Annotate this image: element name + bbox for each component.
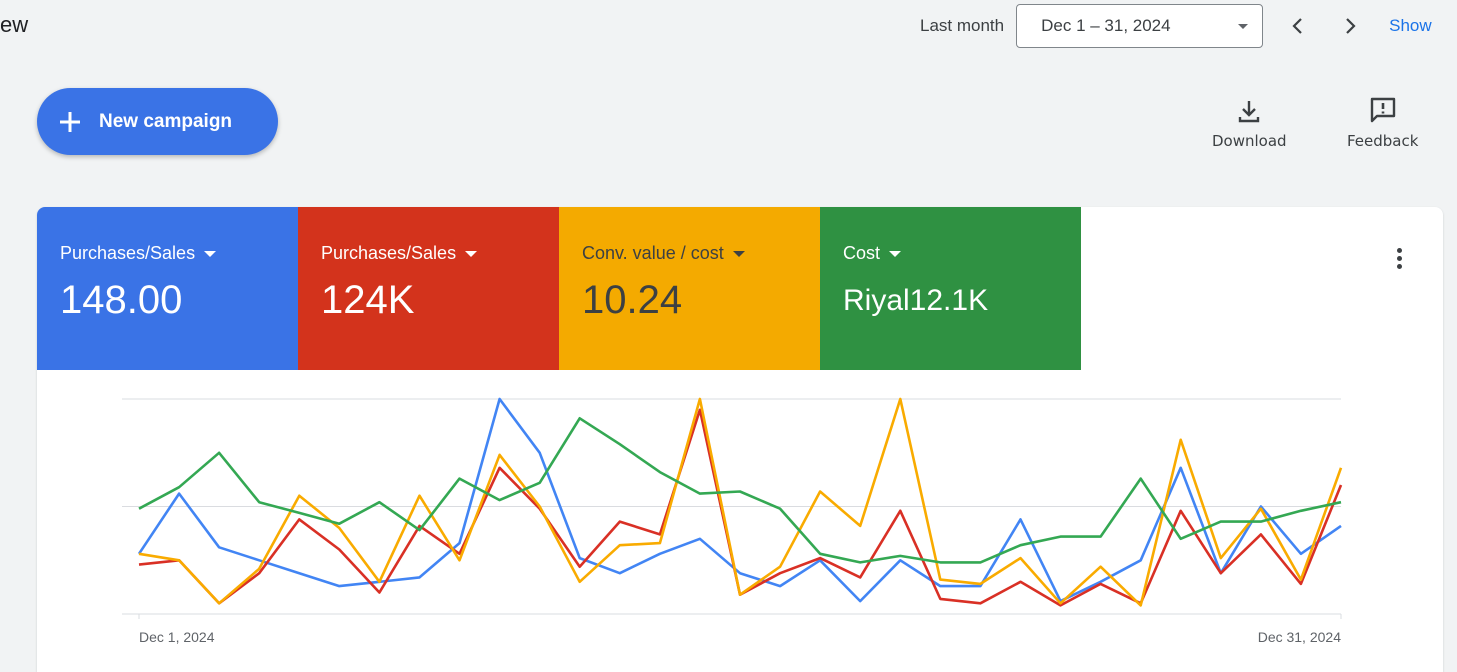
more-options-button[interactable]	[1387, 243, 1411, 273]
x-tick-label-start: Dec 1, 2024	[139, 629, 215, 645]
overview-card: Purchases/Sales 148.00 Purchases/Sales 1…	[37, 207, 1443, 672]
more-vert-icon-dot	[1396, 263, 1402, 269]
feedback-button[interactable]: Feedback	[1347, 92, 1418, 150]
plus-icon	[59, 111, 81, 133]
metric-label: Cost	[843, 243, 881, 263]
metric-value: 10.24	[582, 278, 683, 322]
series-line-3	[138, 416, 1342, 564]
download-button[interactable]: Download	[1212, 92, 1287, 150]
metric-value: 124K	[321, 278, 415, 322]
metric-value: 148.00	[60, 278, 183, 322]
more-vert-icon	[1396, 247, 1402, 253]
caret-down-icon	[204, 250, 217, 257]
performance-chart: Dec 1, 2024 Dec 31, 2024	[37, 370, 1443, 672]
metric-tile-cost[interactable]: Cost Riyal12.1K	[820, 207, 1081, 370]
x-tick-label-end: Dec 31, 2024	[1258, 629, 1341, 645]
range-preset-label: Last month	[920, 16, 1005, 35]
date-range-bar: Last month Dec 1 – 31, 2024 Show	[920, 4, 1432, 48]
metric-tile-purchases-sales-value[interactable]: Purchases/Sales 124K	[298, 207, 559, 370]
series-line-0	[137, 397, 1342, 603]
feedback-label: Feedback	[1347, 132, 1419, 150]
metric-tiles: Purchases/Sales 148.00 Purchases/Sales 1…	[37, 207, 1443, 370]
caret-down-icon	[889, 250, 902, 257]
date-range-picker[interactable]: Dec 1 – 31, 2024	[1016, 4, 1264, 48]
caret-down-icon	[465, 250, 478, 257]
more-vert-icon-dot	[1396, 255, 1402, 261]
chevron-right-icon	[1346, 18, 1356, 34]
caret-down-icon	[1238, 23, 1249, 29]
previous-period-button[interactable]	[1277, 6, 1317, 46]
caret-down-icon	[732, 250, 745, 257]
feedback-icon	[1369, 92, 1397, 124]
show-link[interactable]: Show	[1389, 16, 1432, 36]
page-title: ew	[0, 12, 29, 37]
download-icon	[1237, 92, 1261, 124]
metric-label: Purchases/Sales	[321, 243, 457, 263]
download-label: Download	[1212, 132, 1287, 150]
chevron-left-icon	[1292, 18, 1302, 34]
metric-tile-purchases-sales[interactable]: Purchases/Sales 148.00	[37, 207, 298, 370]
date-range-value: Dec 1 – 31, 2024	[1041, 16, 1171, 35]
metric-label: Purchases/Sales	[60, 243, 196, 263]
new-campaign-label: New campaign	[99, 110, 233, 132]
metric-value: Riyal12.1K	[843, 284, 989, 317]
metric-tile-conv-value-cost[interactable]: Conv. value / cost 10.24	[559, 207, 820, 370]
metric-label: Conv. value / cost	[582, 243, 724, 263]
next-period-button[interactable]	[1331, 6, 1371, 46]
new-campaign-button[interactable]: New campaign	[37, 88, 278, 155]
line-chart: Dec 1, 2024 Dec 31, 2024	[122, 397, 1343, 645]
